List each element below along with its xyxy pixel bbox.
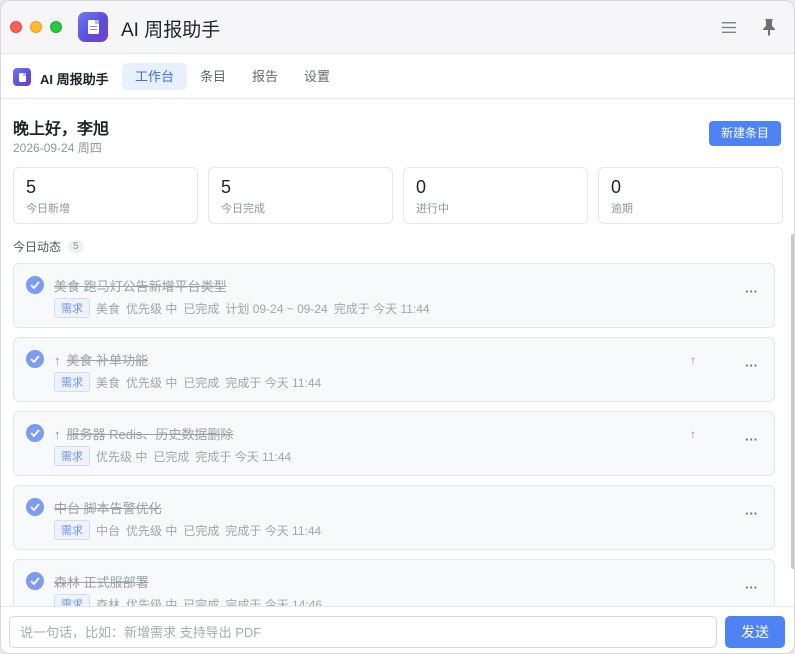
check-circle-icon[interactable]	[26, 498, 44, 516]
item-title: ↑ 美食 补单功能	[54, 353, 149, 368]
item-meta: 需求 中台 优先级 中 已完成 完成于 今天 11:44	[54, 520, 327, 540]
brand-logo-icon	[13, 68, 31, 86]
item-meta: 需求 优先级 中 已完成 完成于 今天 11:44	[54, 446, 297, 466]
item-meta: 需求 森林 优先级 中 已完成 完成于 今天 14:46	[54, 594, 328, 606]
tab-reports[interactable]: 报告	[239, 63, 291, 90]
menu-button[interactable]	[717, 15, 741, 39]
window-title: AI 周报助手	[121, 20, 221, 41]
command-input[interactable]	[9, 616, 717, 648]
stat-value: 5	[221, 177, 232, 197]
stat-card-new-today[interactable]: 5 今日新增	[13, 167, 198, 224]
stat-label: 逾期	[611, 203, 633, 215]
feed-count-badge: 5	[68, 240, 84, 253]
feed-section-title: 今日动态 5	[13, 238, 84, 255]
type-tag: 需求	[54, 520, 90, 540]
tab-items[interactable]: 条目	[187, 63, 239, 90]
tab-workbench[interactable]: 工作台	[122, 63, 188, 90]
stat-card-overdue[interactable]: 0 逾期	[598, 167, 783, 224]
composer-bar: 发送	[1, 606, 794, 653]
stat-value: 5	[26, 177, 37, 197]
feed-title: 今日动态	[13, 240, 62, 254]
nav-tabs: 工作台 条目 报告 设置	[122, 63, 343, 90]
more-options-icon[interactable]: ···	[745, 358, 758, 373]
workbench-main: 晚上好，李旭 2026-09-24 周四 新建条目 5 今日新增 5 今日完成 …	[1, 99, 794, 606]
item-status: 已完成	[183, 597, 220, 607]
check-circle-icon[interactable]	[26, 276, 44, 294]
item-completed-at: 完成于 今天 11:44	[225, 375, 322, 390]
tab-settings[interactable]: 设置	[291, 63, 343, 90]
type-tag: 需求	[54, 594, 90, 606]
pin-window-button[interactable]	[757, 15, 781, 39]
list-item[interactable]: ↑ 服务器 Redis、历史数据删除 需求 优先级 中 已完成 完成于 今天 11…	[13, 411, 775, 476]
item-title: 中台 脚本告警优化	[54, 501, 162, 516]
item-completed-at: 完成于 今天 11:44	[333, 301, 430, 316]
item-project: 美食	[96, 301, 121, 316]
item-title: 美食 跑马灯公告新增平台类型	[54, 279, 227, 294]
stat-label: 今日完成	[221, 203, 265, 215]
move-up-icon[interactable]: ↑	[690, 353, 696, 367]
move-up-icon[interactable]: ↑	[690, 427, 696, 441]
item-status: 已完成	[183, 375, 220, 390]
check-circle-icon[interactable]	[26, 572, 44, 590]
list-item[interactable]: ↑ 美食 补单功能 需求 美食 优先级 中 已完成 完成于 今天 11:44 ↑ …	[13, 337, 775, 402]
item-project: 美食	[96, 375, 121, 390]
app-window: AI 周报助手 AI 周报助手 工作台 条目 报告 设置 晚上好，李旭 2026…	[0, 0, 795, 654]
nav-bar: AI 周报助手 工作台 条目 报告 设置	[1, 54, 794, 99]
item-status: 已完成	[183, 523, 220, 538]
item-completed-at: 完成于 今天 11:44	[225, 523, 322, 538]
item-priority: 优先级 中	[96, 449, 148, 464]
check-circle-icon[interactable]	[26, 424, 44, 442]
stat-label: 今日新增	[26, 203, 70, 215]
greeting: 晚上好，李旭	[13, 121, 110, 138]
scrollbar-thumb[interactable]	[791, 234, 794, 569]
arrow-up-icon: ↑	[54, 353, 61, 368]
new-item-button[interactable]: 新建条目	[709, 121, 781, 146]
stat-card-done-today[interactable]: 5 今日完成	[208, 167, 393, 224]
stat-card-in-progress[interactable]: 0 进行中	[403, 167, 588, 224]
feed-list: 美食 跑马灯公告新增平台类型 需求 美食 优先级 中 已完成 计划 09-24 …	[13, 263, 775, 606]
current-date: 2026-09-24 周四	[13, 141, 102, 155]
stat-label: 进行中	[416, 203, 449, 215]
item-title: 森林 正式服部署	[54, 575, 149, 590]
type-tag: 需求	[54, 298, 90, 318]
item-meta: 需求 美食 优先级 中 已完成 完成于 今天 11:44	[54, 372, 327, 392]
item-project: 森林	[96, 597, 121, 607]
stats-row: 5 今日新增 5 今日完成 0 进行中 0 逾期	[13, 167, 783, 224]
item-priority: 优先级 中	[126, 375, 178, 390]
stat-value: 0	[611, 177, 622, 197]
item-completed-at: 完成于 今天 14:46	[225, 597, 323, 607]
brand-name: AI 周报助手	[40, 72, 109, 87]
item-priority: 优先级 中	[126, 301, 178, 316]
pin-icon	[763, 19, 775, 36]
close-window-button[interactable]	[10, 21, 22, 33]
item-priority: 优先级 中	[126, 597, 178, 607]
minimize-window-button[interactable]	[30, 21, 42, 33]
list-item[interactable]: 中台 脚本告警优化 需求 中台 优先级 中 已完成 完成于 今天 11:44 ·…	[13, 485, 775, 550]
item-priority: 优先级 中	[126, 523, 178, 538]
more-options-icon[interactable]: ···	[745, 580, 758, 595]
type-tag: 需求	[54, 372, 90, 392]
stat-value: 0	[416, 177, 427, 197]
more-options-icon[interactable]: ···	[745, 432, 758, 447]
item-meta: 需求 美食 优先级 中 已完成 计划 09-24 ~ 09-24 完成于 今天 …	[54, 298, 436, 318]
send-button[interactable]: 发送	[725, 616, 785, 648]
item-completed-at: 完成于 今天 11:44	[195, 449, 292, 464]
item-project: 中台	[96, 523, 121, 538]
title-bar: AI 周报助手	[1, 1, 794, 54]
check-circle-icon[interactable]	[26, 350, 44, 368]
item-status: 已完成	[183, 301, 220, 316]
zoom-window-button[interactable]	[50, 21, 62, 33]
list-item[interactable]: 森林 正式服部署 需求 森林 优先级 中 已完成 完成于 今天 14:46 ··…	[13, 559, 775, 606]
arrow-up-icon: ↑	[54, 427, 61, 442]
list-item[interactable]: 美食 跑马灯公告新增平台类型 需求 美食 优先级 中 已完成 计划 09-24 …	[13, 263, 775, 328]
more-options-icon[interactable]: ···	[745, 284, 758, 299]
item-title: ↑ 服务器 Redis、历史数据删除	[54, 427, 234, 442]
app-document-icon	[78, 12, 108, 42]
item-plan: 计划 09-24 ~ 09-24	[225, 301, 328, 316]
type-tag: 需求	[54, 446, 90, 466]
more-options-icon[interactable]: ···	[745, 506, 758, 521]
item-status: 已完成	[153, 449, 190, 464]
hamburger-icon	[722, 21, 736, 33]
